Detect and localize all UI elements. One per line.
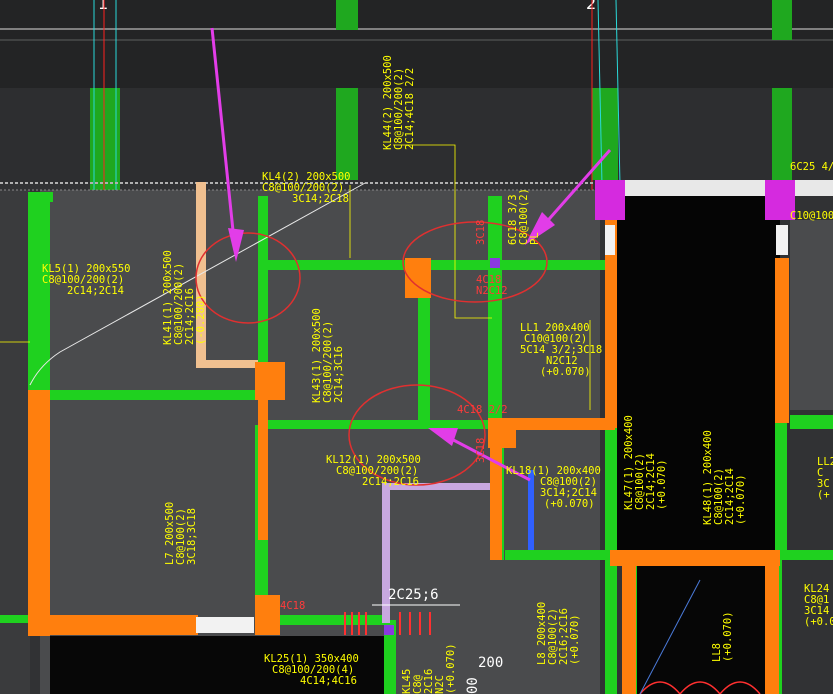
beam-kl44-h — [258, 260, 608, 270]
label-kl24: KL24 C8@1 3C14 (+0.0 — [804, 583, 833, 628]
dimension-00: 00 — [465, 677, 481, 694]
label-kl43: KL43(1) 200x500 C8@100/200(2) 2C14;3C16 — [311, 308, 345, 403]
axis-bubble-1: 1 — [98, 0, 108, 13]
beam-kl18-v — [488, 196, 502, 426]
column-upper-4a — [772, 0, 792, 40]
label-kl47: KL47(1) 200x400 C8@100(2) 2C14;2C14 (+0.… — [623, 415, 668, 510]
wall-orange-v1 — [258, 400, 268, 540]
column-orange-1 — [255, 362, 285, 400]
opening-white-3 — [605, 225, 615, 255]
wall-orange-h — [500, 418, 615, 430]
label-kl48: KL48(1) 200x400 C8@100(2) 2C14;2C14 (+0.… — [702, 430, 747, 525]
label-kl45: KL45 C8@ 2C16 N2C (+0.070) — [401, 643, 457, 694]
wall-top-right — [610, 180, 833, 196]
label-4c18-2-2: 4C18 2/2 — [457, 404, 508, 416]
label-kl44: KL44(2) 200x500 C8@100/200(2) 2C14;4C18 … — [382, 55, 416, 150]
column-upper-4b — [772, 88, 792, 180]
marker-purple-1 — [490, 258, 500, 268]
label-l8: L8 200x400 C8@100(2) 2C16;2C16 (+0.070) — [536, 601, 581, 665]
label-ll2: LL2 C 3C (+ — [817, 456, 833, 501]
dimension-200: 200 — [478, 655, 504, 671]
column-upper-2b — [336, 88, 358, 180]
wall-orange-v2 — [490, 440, 502, 560]
mid-band — [0, 88, 833, 182]
beam-kl41-v — [258, 196, 268, 366]
label-kl12: KL12(1) 200x500 C8@100/200(2) 2C14;2C16 — [326, 454, 421, 488]
opening-white — [196, 617, 254, 633]
beam-kl48-v — [775, 420, 787, 555]
label-c10: C10@100 — [790, 210, 833, 222]
beam-h-right — [790, 415, 833, 429]
column-upper-2a — [336, 0, 358, 30]
column-orange-2 — [255, 595, 280, 635]
label-2c25: 2C25;6 — [388, 587, 439, 603]
label-kl4: KL4(2) 200x500 C8@100/200(2) 3C14;2C18 — [262, 171, 351, 205]
label-kl5: KL5(1) 200x550 C8@100/200(2) 2C14;2C14 — [42, 263, 131, 297]
opening-white-2 — [776, 225, 788, 255]
label-6c25: 6C25 4/ — [790, 161, 833, 173]
label-4c18-bottom: 4C18 — [280, 600, 306, 612]
marker-purple-2 — [384, 625, 394, 635]
label-l7: L7 200x500 C8@100(2) 3C18;3C18 — [164, 501, 198, 565]
slab-right — [790, 220, 833, 410]
label-ll1: LL1 200x400 C10@100(2) 5C14 3/2;3C18 N2C… — [520, 322, 603, 378]
label-4c18-n2c12: 4C18 N2C12 — [476, 274, 508, 297]
wall-orange-bottom — [28, 615, 198, 635]
label-ll8: LL8 (+0.070) — [711, 611, 734, 662]
wall-orange-v4 — [775, 258, 789, 423]
label-3c18-vertical: 3C18 — [475, 437, 487, 463]
label-kl25: KL25(1) 350x400 C8@100/200(4) 4C14;4C16 — [264, 653, 359, 687]
column-magenta-1 — [595, 180, 625, 220]
upper-band — [0, 0, 833, 88]
void-bottom-right — [630, 566, 770, 694]
beam-beige-h — [196, 360, 258, 368]
wall-orange-v6 — [765, 560, 779, 694]
label-kl41: KL41(1) 200x500 C8@100/200(2) 2C14;2C16 … — [162, 250, 207, 345]
beam-h-lower — [505, 550, 615, 560]
wall-orange-v5 — [622, 560, 636, 694]
beam-h-mid-left — [40, 390, 262, 400]
label-kl18: KL18(1) 200x400 C8@100(2) 3C14;2C14 (+0.… — [506, 465, 601, 510]
label-top-right-beam: 6C18 3/3 C8@100(2) PL — [507, 188, 541, 245]
beam-kl12-h — [268, 420, 493, 429]
label-3c18-small: 3C18 — [475, 219, 487, 245]
axis-bubble-2: 2 — [586, 0, 596, 13]
wall-orange-left — [28, 390, 50, 636]
